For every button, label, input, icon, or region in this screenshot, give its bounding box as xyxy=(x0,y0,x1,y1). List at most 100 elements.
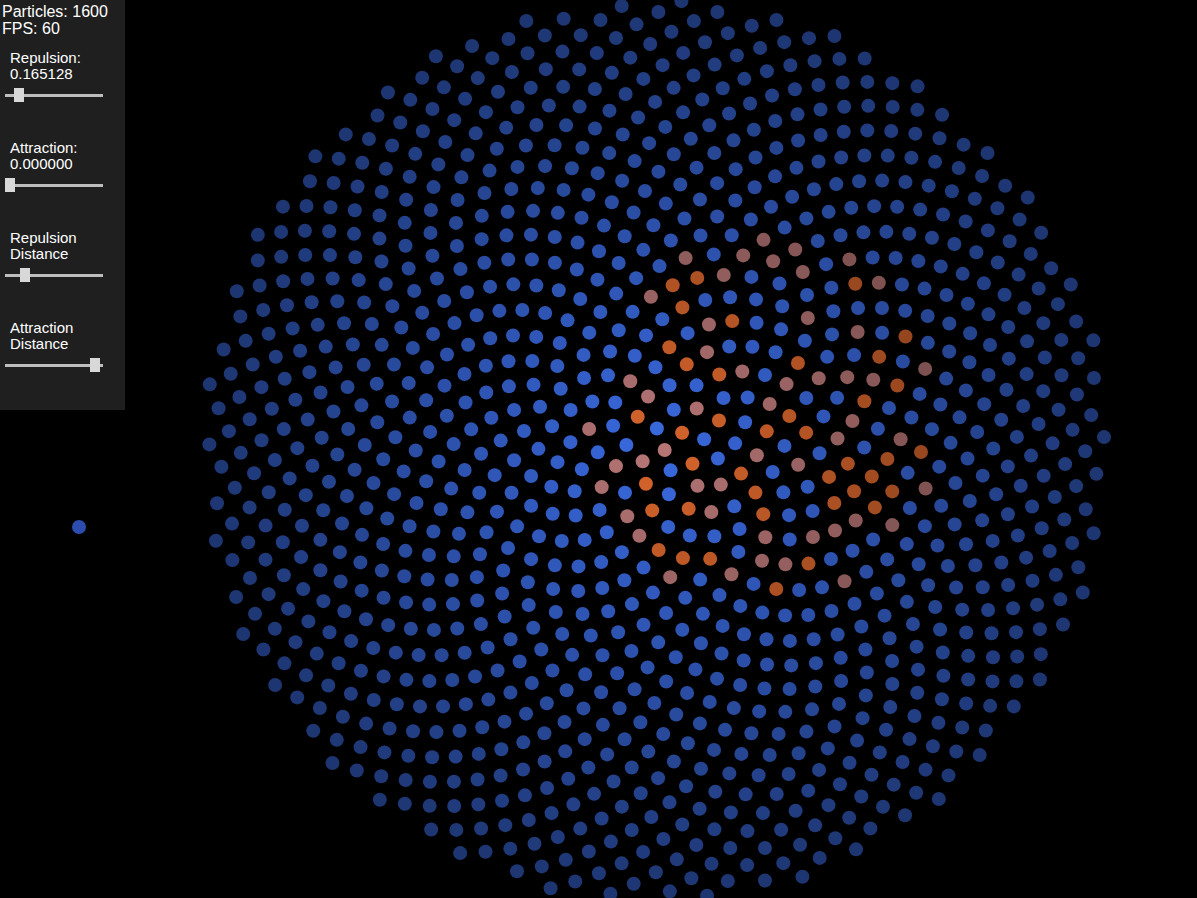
particle xyxy=(619,438,633,452)
particle xyxy=(468,670,482,684)
particle xyxy=(936,645,950,659)
particle xyxy=(274,250,288,264)
particle xyxy=(526,204,540,218)
particle xyxy=(283,471,297,485)
particle xyxy=(316,503,330,517)
particle xyxy=(1020,334,1034,348)
particle xyxy=(454,170,468,184)
particle xyxy=(994,555,1008,569)
particle xyxy=(445,673,459,687)
particle xyxy=(919,481,933,495)
particle xyxy=(1049,568,1063,582)
particle xyxy=(934,499,948,513)
particle xyxy=(673,177,687,191)
particle xyxy=(926,739,940,753)
particle xyxy=(303,174,317,188)
particle xyxy=(906,617,920,631)
particle xyxy=(740,824,754,838)
slider-track[interactable] xyxy=(5,94,103,97)
particle xyxy=(294,550,308,564)
slider-track[interactable] xyxy=(5,184,103,187)
particle xyxy=(907,709,921,723)
particle xyxy=(921,309,935,323)
particle xyxy=(942,768,956,782)
particle xyxy=(918,282,932,296)
particle xyxy=(399,595,413,609)
particle xyxy=(870,586,884,600)
particle xyxy=(707,822,721,836)
particle xyxy=(332,656,346,670)
particle xyxy=(752,768,766,782)
particle xyxy=(755,606,769,620)
particle xyxy=(662,340,676,354)
slider-thumb[interactable] xyxy=(14,88,24,102)
particle xyxy=(814,128,828,142)
particle xyxy=(936,208,950,222)
slider-thumb[interactable] xyxy=(90,358,100,372)
particle xyxy=(425,102,439,116)
particle xyxy=(447,437,461,451)
particle xyxy=(776,856,790,870)
particle xyxy=(885,518,899,532)
slider-thumb[interactable] xyxy=(5,178,15,192)
particle xyxy=(423,226,437,240)
particle xyxy=(540,696,554,710)
particle xyxy=(234,446,248,460)
particle xyxy=(532,529,546,543)
particle xyxy=(477,186,491,200)
particle xyxy=(507,453,521,467)
particle xyxy=(1057,512,1071,526)
particle xyxy=(873,745,887,759)
slider-track[interactable] xyxy=(5,364,103,367)
particle xyxy=(737,72,751,86)
particle xyxy=(581,760,595,774)
particle xyxy=(381,85,395,99)
slider-track[interactable] xyxy=(5,274,103,277)
particle xyxy=(755,554,769,568)
particle xyxy=(576,607,590,621)
particle xyxy=(619,87,633,101)
particle xyxy=(519,14,533,28)
particle xyxy=(470,308,484,322)
particle xyxy=(1048,490,1062,504)
particle xyxy=(1070,387,1084,401)
particle xyxy=(845,414,859,428)
particle xyxy=(323,248,337,262)
particle xyxy=(438,135,452,149)
particle xyxy=(947,237,961,251)
particle xyxy=(362,132,376,146)
particle xyxy=(843,756,857,770)
particle xyxy=(1087,371,1101,385)
particle xyxy=(325,756,339,770)
particle xyxy=(936,669,950,683)
particle xyxy=(811,78,825,92)
particle xyxy=(801,311,815,325)
particle xyxy=(501,205,515,219)
particle xyxy=(736,248,750,262)
particle xyxy=(503,686,517,700)
particle xyxy=(407,284,421,298)
particle xyxy=(959,383,973,397)
particle xyxy=(889,251,903,265)
particle xyxy=(806,504,820,518)
particle xyxy=(812,763,826,777)
particle xyxy=(397,569,411,583)
particle xyxy=(921,578,935,592)
particle xyxy=(230,284,244,298)
particle xyxy=(658,443,672,457)
particle xyxy=(879,723,893,737)
particle xyxy=(531,442,545,456)
particle xyxy=(538,754,552,768)
particle xyxy=(908,127,922,141)
particle xyxy=(357,358,371,372)
particle xyxy=(295,519,309,533)
particle xyxy=(837,125,851,139)
particle xyxy=(560,683,574,697)
particle xyxy=(481,641,495,655)
particle xyxy=(354,398,368,412)
particle xyxy=(679,251,693,265)
particle xyxy=(710,672,724,686)
particle xyxy=(306,724,320,738)
particle xyxy=(590,46,604,60)
slider-thumb[interactable] xyxy=(20,268,30,282)
